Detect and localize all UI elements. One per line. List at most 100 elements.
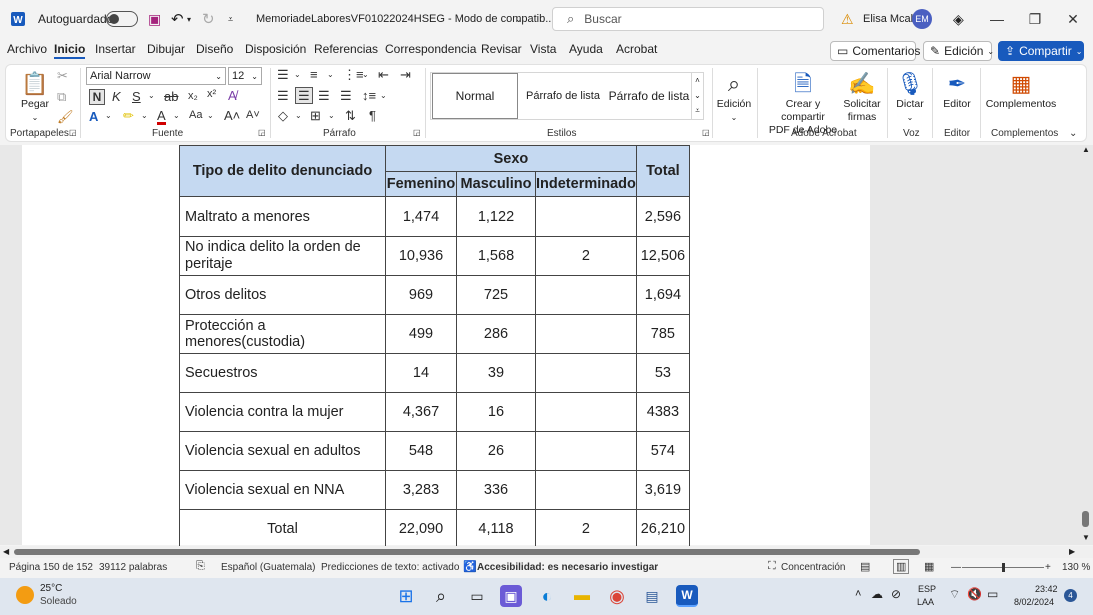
paste-button[interactable]: 📋 Pegar ⌄ (20, 68, 50, 124)
format-painter-icon[interactable]: 🖌 (57, 110, 74, 123)
chrome-icon[interactable]: ◉ (606, 585, 628, 607)
title-dropdown-icon[interactable]: ⌄ (515, 0, 523, 38)
tab-archivo[interactable]: Archivo (7, 42, 47, 56)
close-button[interactable]: ✕ (1053, 0, 1093, 38)
restore-button[interactable]: ❐ (1015, 0, 1055, 38)
language[interactable]: Español (Guatemala) (221, 562, 316, 573)
sun-icon[interactable] (16, 586, 34, 604)
collapse-ribbon-icon[interactable]: ⌄ (1069, 128, 1077, 139)
chevron-down-icon[interactable]: ⌄ (328, 112, 335, 120)
dialog-launcher-icon[interactable]: ◲ (702, 128, 710, 137)
tab-diseno[interactable]: Diseño (196, 42, 233, 56)
vertical-scrollbar[interactable]: ▲ ▼ (1080, 145, 1091, 545)
proofing-icon[interactable]: ⎘ (196, 560, 205, 573)
accessibility-icon[interactable]: ♿ (463, 560, 477, 573)
bullets-icon[interactable]: ☰ (277, 68, 289, 81)
highlight-icon[interactable]: ✏ (123, 109, 134, 122)
tab-correspondencia[interactable]: Correspondencia (385, 42, 476, 56)
tab-acrobat[interactable]: Acrobat (616, 42, 657, 56)
tab-ayuda[interactable]: Ayuda (569, 42, 603, 56)
clock-date[interactable]: 8/02/2024 (1014, 597, 1054, 607)
scroll-up-icon[interactable]: ▲ (1082, 145, 1090, 154)
align-left-icon[interactable]: ☰ (277, 89, 289, 102)
justify-icon[interactable]: ☰ (340, 89, 352, 102)
sort-icon[interactable]: ⇅ (345, 109, 356, 122)
shading-icon[interactable]: ◇ (278, 109, 288, 122)
numbering-icon[interactable]: ≡ (310, 68, 318, 81)
tab-dibujar[interactable]: Dibujar (147, 42, 185, 56)
dialog-launcher-icon[interactable]: ◲ (413, 128, 421, 137)
save-icon[interactable]: ▣ (148, 0, 161, 38)
word-count[interactable]: 39112 palabras (99, 562, 167, 573)
clear-formatting-icon[interactable]: A̸ (228, 89, 237, 102)
chevron-down-icon[interactable]: ⌄ (380, 92, 387, 100)
style-normal[interactable]: Normal (432, 73, 518, 119)
undo-icon[interactable]: ↶ (171, 0, 184, 38)
superscript-icon[interactable]: x² (207, 89, 216, 100)
italic-icon[interactable]: K (112, 90, 121, 103)
read-mode-icon[interactable]: ▤ (860, 560, 870, 573)
focus-icon[interactable]: ⛶ (768, 560, 776, 573)
comments-button[interactable]: ▭ Comentarios (830, 41, 920, 61)
task-view-icon[interactable]: ▭ (466, 585, 488, 607)
grow-font-icon[interactable]: A˄ (224, 109, 240, 122)
warning-icon[interactable]: ⚠ (841, 0, 854, 38)
undo-dropdown-icon[interactable]: ▾ (187, 0, 191, 38)
text-effects-icon[interactable]: A (89, 110, 98, 123)
keyboard-layout[interactable]: LAA (917, 597, 934, 607)
scroll-thumb[interactable] (1082, 511, 1089, 527)
copy-icon[interactable]: ⧉ (57, 90, 66, 103)
create-pdf-button[interactable]: 🗎 Crear y compartir PDF de Adobe (763, 68, 843, 137)
chevron-down-icon[interactable]: ⌄ (294, 71, 301, 79)
dialog-launcher-icon[interactable]: ◲ (258, 128, 266, 137)
font-name-box[interactable]: Arial Narrow ⌄ (86, 67, 226, 85)
zoom-in-icon[interactable]: + (1045, 562, 1051, 573)
chevron-down-icon[interactable]: ⌄ (148, 92, 155, 100)
windows-start-icon[interactable]: ⊞ (395, 585, 417, 607)
redo-icon[interactable]: ↻ (202, 0, 215, 38)
tab-inicio[interactable]: Inicio (54, 42, 86, 59)
chevron-down-icon[interactable]: ⌄ (362, 71, 369, 79)
tab-insertar[interactable]: Insertar (95, 42, 136, 56)
print-layout-icon[interactable]: ▥ (893, 559, 910, 574)
subscript-icon[interactable]: x₂ (188, 91, 198, 102)
cut-icon[interactable]: ✂ (57, 69, 68, 82)
request-signatures-button[interactable]: ✍ Solicitar firmas (842, 68, 882, 124)
chevron-down-icon[interactable]: ⌄ (207, 112, 214, 120)
web-layout-icon[interactable]: ▦ (924, 560, 934, 573)
edge-icon[interactable]: ◐ (536, 585, 558, 607)
zoom-level[interactable]: 130 % (1062, 562, 1090, 573)
bold-icon[interactable]: N (89, 89, 105, 105)
battery-icon[interactable]: ▭ (987, 587, 998, 601)
dialog-launcher-icon[interactable]: ◲ (69, 128, 77, 137)
text-predictions[interactable]: Predicciones de texto: activado (321, 562, 459, 573)
chevron-down-icon[interactable]: ⌄ (327, 71, 334, 79)
weather-status[interactable]: Soleado (40, 596, 77, 607)
editing-mode-button[interactable]: ✎ Edición ⌄ (923, 41, 994, 61)
style-list-paragraph[interactable]: Párrafo de lista (521, 73, 605, 119)
minimize-button[interactable]: — (977, 0, 1017, 38)
editing-button[interactable]: ⌕ Edición ⌄ (716, 68, 752, 124)
line-spacing-icon[interactable]: ↕≡ (362, 89, 376, 102)
document-title[interactable]: MemoriadeLaboresVF01022024HSEG - Modo de… (256, 0, 554, 38)
editor-button[interactable]: ✒ Editor (938, 68, 976, 111)
align-right-icon[interactable]: ☰ (318, 89, 330, 102)
onedrive-icon[interactable]: ☁ (871, 587, 883, 601)
horizontal-scrollbar[interactable]: ◀ ▶ (0, 546, 1093, 558)
word-taskbar-icon[interactable]: W (676, 585, 698, 607)
avatar[interactable]: EM (912, 0, 932, 38)
network-status-icon[interactable]: ⊘ (891, 587, 901, 601)
zoom-slider-thumb[interactable] (1002, 563, 1005, 572)
premium-diamond-icon[interactable]: ◈ (953, 0, 964, 38)
multilevel-list-icon[interactable]: ⋮≡ (343, 68, 364, 81)
shrink-font-icon[interactable]: A˅ (246, 110, 260, 121)
borders-icon[interactable]: ⊞ (310, 109, 321, 122)
show-marks-icon[interactable]: ¶ (369, 109, 376, 122)
increase-indent-icon[interactable]: ⇥ (400, 68, 411, 81)
align-center-icon[interactable]: ☰ (295, 87, 313, 104)
tab-referencias[interactable]: Referencias (314, 42, 378, 56)
style-list-paragraph-2[interactable]: Párrafo de lista (607, 73, 691, 119)
search-box[interactable]: ⌕ Buscar (552, 7, 824, 31)
tab-vista[interactable]: Vista (530, 42, 556, 56)
user-name[interactable]: Elisa Mcal (863, 0, 913, 38)
